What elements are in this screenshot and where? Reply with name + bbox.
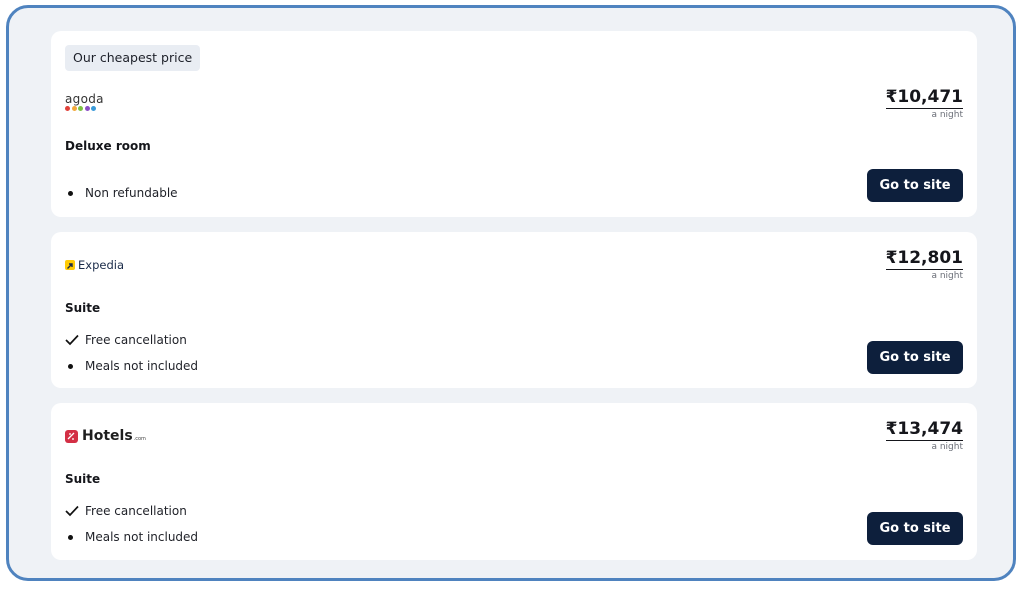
agoda-logo[interactable]: agoda bbox=[65, 93, 104, 111]
go-to-site-button[interactable]: Go to site bbox=[867, 512, 963, 545]
bullet-icon bbox=[65, 363, 85, 369]
agoda-dot-purple bbox=[84, 106, 90, 111]
agoda-dot-orange bbox=[71, 106, 77, 111]
cheapest-price-badge: Our cheapest price bbox=[65, 45, 201, 71]
go-to-site-button[interactable]: Go to site bbox=[867, 169, 963, 202]
feature-item: Meals not included bbox=[65, 530, 198, 544]
feature-item: Non refundable bbox=[65, 186, 178, 200]
feature-label: Non refundable bbox=[85, 186, 178, 200]
feature-label: Free cancellation bbox=[85, 333, 187, 347]
offer-card-hotels: Hotels .com ₹13,474 a night Suite Free c… bbox=[51, 403, 977, 560]
agoda-dot-blue bbox=[91, 106, 96, 111]
expedia-arrow-icon bbox=[65, 260, 75, 270]
check-icon bbox=[65, 334, 85, 346]
price-unit: a night bbox=[931, 442, 963, 452]
room-type: Suite bbox=[65, 472, 101, 486]
feature-item: Free cancellation bbox=[65, 333, 187, 347]
feature-label: Meals not included bbox=[85, 359, 199, 373]
price-unit: a night bbox=[931, 110, 963, 120]
price-unit: a night bbox=[931, 271, 963, 281]
price: ₹10,471 bbox=[885, 87, 963, 109]
expedia-logo[interactable]: Expedia bbox=[65, 258, 124, 272]
price: ₹13,474 bbox=[885, 419, 963, 441]
feature-label: Meals not included bbox=[85, 530, 199, 544]
bullet-icon bbox=[65, 534, 85, 540]
offer-card-expedia: Expedia ₹12,801 a night Suite Free cance… bbox=[51, 232, 977, 388]
check-icon bbox=[65, 505, 85, 517]
room-type: Suite bbox=[65, 301, 101, 315]
bullet-icon bbox=[65, 190, 85, 196]
feature-label: Free cancellation bbox=[85, 504, 187, 518]
feature-item: Free cancellation bbox=[65, 504, 187, 518]
agoda-dot-red bbox=[65, 106, 70, 111]
room-type: Deluxe room bbox=[65, 139, 151, 153]
agoda-dot-green bbox=[78, 106, 83, 111]
offers-panel: Our cheapest price agoda ₹10,471 a night… bbox=[6, 5, 1016, 581]
feature-item: Meals not included bbox=[65, 359, 198, 373]
price: ₹12,801 bbox=[885, 248, 963, 270]
hotels-logo[interactable]: Hotels .com bbox=[65, 428, 146, 444]
go-to-site-button[interactable]: Go to site bbox=[867, 341, 963, 374]
offer-card-agoda: Our cheapest price agoda ₹10,471 a night… bbox=[51, 31, 977, 217]
hotels-bed-icon bbox=[65, 429, 78, 443]
